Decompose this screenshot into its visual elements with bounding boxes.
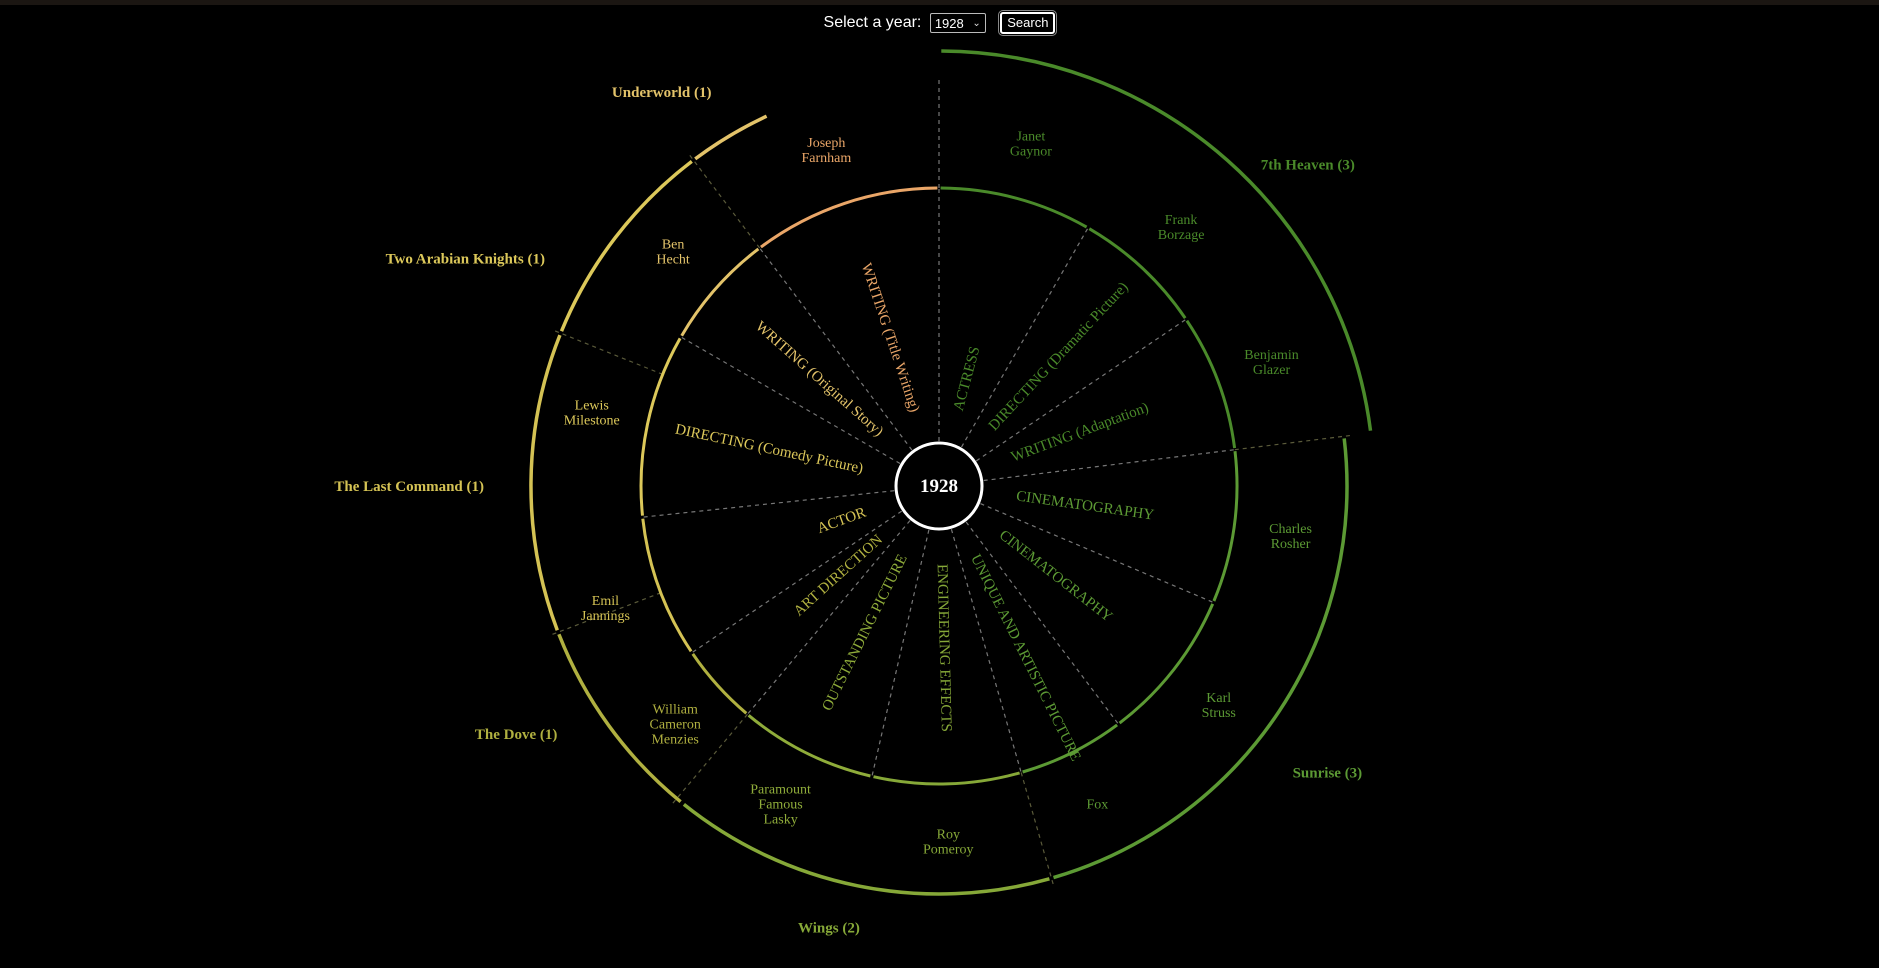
film-label: Wings (2) [798, 920, 860, 936]
nominee-arc [1212, 451, 1239, 602]
nominee-name: Emil Jannings [581, 594, 630, 624]
center-year-label: 1928 [920, 476, 958, 497]
category-label: CINEMATOGRAPHY [996, 527, 1115, 625]
film-label: Two Arabian Knights (1) [386, 252, 545, 268]
film-arc [529, 334, 562, 631]
category-label: WRITING (Original Story) [752, 319, 886, 440]
nominee-arc [641, 518, 693, 653]
film-label: The Last Command (1) [334, 479, 484, 495]
nominee-name: Charles Rosher [1269, 522, 1312, 552]
nominee-arc [940, 186, 1088, 229]
film-divider-line [1020, 772, 1054, 886]
category-label: DIRECTING (Dramatic Picture) [986, 279, 1132, 434]
nominee-name: Fox [1087, 798, 1109, 813]
nominee-arc [680, 247, 760, 337]
film-divider-line [553, 329, 663, 375]
nominee-name: Frank Borzage [1158, 213, 1205, 243]
film-divider-line [1234, 434, 1351, 451]
nominee-name: Karl Struss [1202, 691, 1236, 721]
nominee-name: Joseph Farnham [801, 136, 851, 166]
film-arc [682, 803, 1050, 896]
nominee-arc [873, 771, 1021, 786]
film-label: Underworld (1) [612, 85, 712, 101]
divider-line [746, 520, 911, 715]
film-divider-line [688, 154, 761, 249]
nominee-arc [691, 653, 748, 715]
film-label: 7th Heaven (3) [1261, 157, 1355, 173]
film-arc [941, 49, 1373, 431]
nominee-name: Ben Hecht [656, 237, 690, 267]
nominee-name: Benjamin Glazer [1244, 348, 1298, 378]
category-label: ENGINEERING EFFECTS [934, 564, 954, 732]
category-label: CINEMATOGRAPHY [1015, 488, 1155, 523]
category-label: WRITING (Adaptation) [1009, 400, 1151, 466]
film-label: The Dove (1) [475, 727, 558, 743]
nominee-name: Roy Pomeroy [923, 827, 974, 857]
nominee-arc [747, 714, 871, 778]
nominations-sunburst: Janet Gaynor Frank Borzage Benjamin Glazer Cha… [334, 49, 1373, 936]
category-label: DIRECTING (Comedy Picture) [674, 422, 865, 477]
category-label: ACTRESS [951, 345, 984, 413]
nominee-arc [1185, 319, 1237, 449]
nominee-name: Lewis Milestone [564, 399, 620, 429]
nominee-arc [1118, 603, 1215, 725]
film-label: Sunrise (3) [1293, 765, 1363, 781]
nominee-name: Paramount Famous Lasky [750, 783, 811, 828]
nominee-name: Janet Gaynor [1010, 130, 1052, 160]
category-label: ACTOR [815, 505, 868, 537]
film-arc [694, 114, 768, 161]
nominee-arc [760, 186, 938, 249]
nominee-name: William Cameron Menzies [650, 703, 701, 748]
nominee-arc [639, 337, 682, 516]
